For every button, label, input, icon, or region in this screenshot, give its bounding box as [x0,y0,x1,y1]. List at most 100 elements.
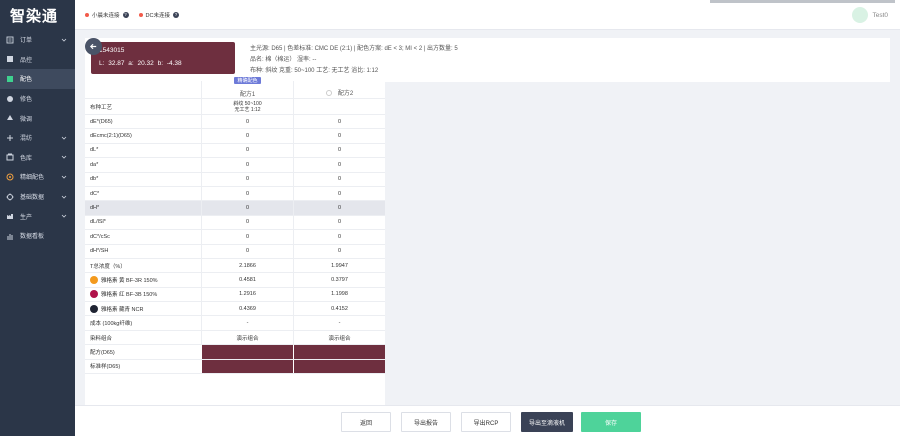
avatar [852,7,869,23]
sidebar-item-label: 混纺 [20,136,33,143]
sidebar-item-label: 基础数据 [20,195,45,202]
recipe-2-radio[interactable] [325,89,332,96]
row-label: 布种工艺 [90,104,113,111]
sidebar-item-order[interactable]: 订单 [0,30,75,50]
table-row: T总浓度（%） 2.1866 1.9947 [85,258,385,274]
sidebar-nav: 订单品控配色修色微调混纺色库精细配色基础数据生产数据看板 [0,30,75,246]
user-menu[interactable]: Test0 [852,7,888,23]
status-dot-icon [138,12,143,17]
sidebar-item-color-library[interactable]: 色库 [0,148,75,168]
sidebar-item-base-data[interactable]: 基础数据 [0,187,75,207]
chevron-down-icon [61,154,67,160]
dye-row: 雅格素 藏青 NCR 0.4369 0.4152 [85,302,385,317]
meta-row-fabric: 布种: 斜纹 克重: 50~100 工艺: 无工艺 浴比: 1:12 [250,68,379,74]
order-icon [6,36,14,44]
cell-value: 0 [201,201,293,215]
device-status-2[interactable]: DC未连接 ? [138,11,179,19]
sidebar-item-label: 品控 [20,57,33,64]
cell-value: 0 [201,172,293,186]
sidebar-item-label: 数据看板 [20,234,45,241]
table-header: 精确配色 配方1 配方2 [85,77,385,99]
sidebar-item-dashboard[interactable]: 数据看板 [0,226,75,246]
recipe-2-header[interactable]: 配方2 [293,81,385,98]
dashboard-icon [6,232,14,240]
row-label: dE*(D65) [90,118,113,125]
sidebar-item-label: 精细配色 [20,175,45,182]
formula-color-row: 配方(D65) [85,345,385,360]
export-to-dispenser-button[interactable]: 导出至滴液机 [521,412,573,432]
cell-value: 1.1998 [293,287,385,302]
sidebar-item-label: 色库 [20,155,33,162]
cell-value: 0 [293,244,385,258]
help-icon[interactable]: ? [172,11,179,18]
dye-color-dot [90,275,98,284]
chevron-down-icon [61,135,67,141]
back-button[interactable]: 返回 [341,412,391,432]
sample-info-card: 1543015 L: 32.87 a: 20.32 b: -4.38 主光源: … [85,38,890,82]
chevron-down-icon [61,213,67,219]
cell-value: 1.2916 [201,287,293,302]
table-row: db* 0 0 [85,172,385,187]
cell-value: 0 [293,201,385,215]
device-status-1-label: 小晨未连接 [92,12,120,19]
sidebar-item-blend[interactable]: 混纺 [0,128,75,148]
cell-value: 0 [293,230,385,244]
row-label: 染料组合 [90,335,113,342]
device-status-1[interactable]: 小晨未连接 ? [85,11,129,19]
cell-value: 2.1866 [201,258,293,273]
sidebar-item-fine-match[interactable]: 精细配色 [0,167,75,187]
sample-lab-values: L: 32.87 a: 20.32 b: -4.38 [99,60,182,67]
table-row: dEcmc(2:1)(D65) 0 0 [85,129,385,144]
standard-color-swatch: 1543015 L: 32.87 a: 20.32 b: -4.38 [91,42,235,74]
sidebar-item-quality[interactable]: 品控 [0,50,75,70]
row-label: dL* [90,147,99,154]
cell-value: 0 [201,186,293,201]
row-label: 配方(D65) [90,349,115,356]
sidebar-item-color-match[interactable]: 配色 [0,69,75,89]
save-button[interactable]: 保存 [581,412,641,432]
color-match-icon [6,75,14,83]
recipe-compare-table: 精确配色 配方1 配方2 布种工艺 斜纹 50~100 无工艺 1:12 dE*… [85,77,385,409]
dye-row: 雅格素 黄 BF-3R 150% 0.4581 0.3797 [85,273,385,288]
fine-match-icon [6,173,14,181]
sidebar-item-color-correct[interactable]: 修色 [0,89,75,109]
recipe-1-header[interactable]: 精确配色 配方1 [201,77,293,98]
export-report-button[interactable]: 导出报告 [401,412,451,432]
meta-row-product: 品名: 棉（棉运） 湿率: -- [250,57,317,63]
row-label: dH*/SH [90,248,109,255]
sample-id: 1543015 [99,47,125,54]
sidebar-item-production[interactable]: 生产 [0,206,75,226]
color-library-icon [6,153,14,161]
recipe-meta: 主光源: D65 | 色差标准: CMC DE (2:1) | 配色方案: dE… [250,44,458,77]
table-row: dL/lSl* 0 0 [85,215,385,231]
cell-value: - [201,316,293,330]
dye-row: 雅格素 红 BF-3B 150% 1.2916 1.1998 [85,287,385,303]
row-label: dL/lSl* [90,219,106,226]
help-icon[interactable]: ? [122,11,129,18]
chevron-down-icon [61,37,67,43]
cell-value: 0 [201,115,293,129]
export-rcp-button[interactable]: 导出RCP [461,412,511,432]
row-label: T总浓度（%） [90,263,126,270]
table-row: dH* 0 0 [85,201,385,216]
table-row: 染料组合 演示组合 演示组合 [85,330,385,346]
sidebar-item-label: 修色 [20,97,33,104]
arrow-left-icon [89,43,97,50]
cell-value: 0 [201,244,293,258]
dye-name: 雅格素 黄 BF-3R 150% [101,277,158,284]
fine-tune-icon [6,114,14,122]
dye-color-dot [90,290,98,299]
header-scroll-indicator [710,0,895,3]
row-label: dC*/cSc [90,233,110,240]
chevron-down-icon [61,194,67,200]
cell-value: 0 [293,172,385,186]
table-row: dH*/SH 0 0 [85,244,385,259]
sidebar: 智染通 订单 品控 配色 修色 微调 混纺 色库 精细配色 基础数据 生产 数据看板 [0,0,75,436]
sidebar-item-fine-tune[interactable]: 微调 [0,108,75,128]
back-arrow-button[interactable] [85,38,102,55]
table-row: dC* 0 0 [85,186,385,202]
formula-swatch [293,345,385,359]
cell-value: 0 [293,143,385,158]
cell-value: 0 [201,215,293,230]
standard-swatch [201,359,293,374]
